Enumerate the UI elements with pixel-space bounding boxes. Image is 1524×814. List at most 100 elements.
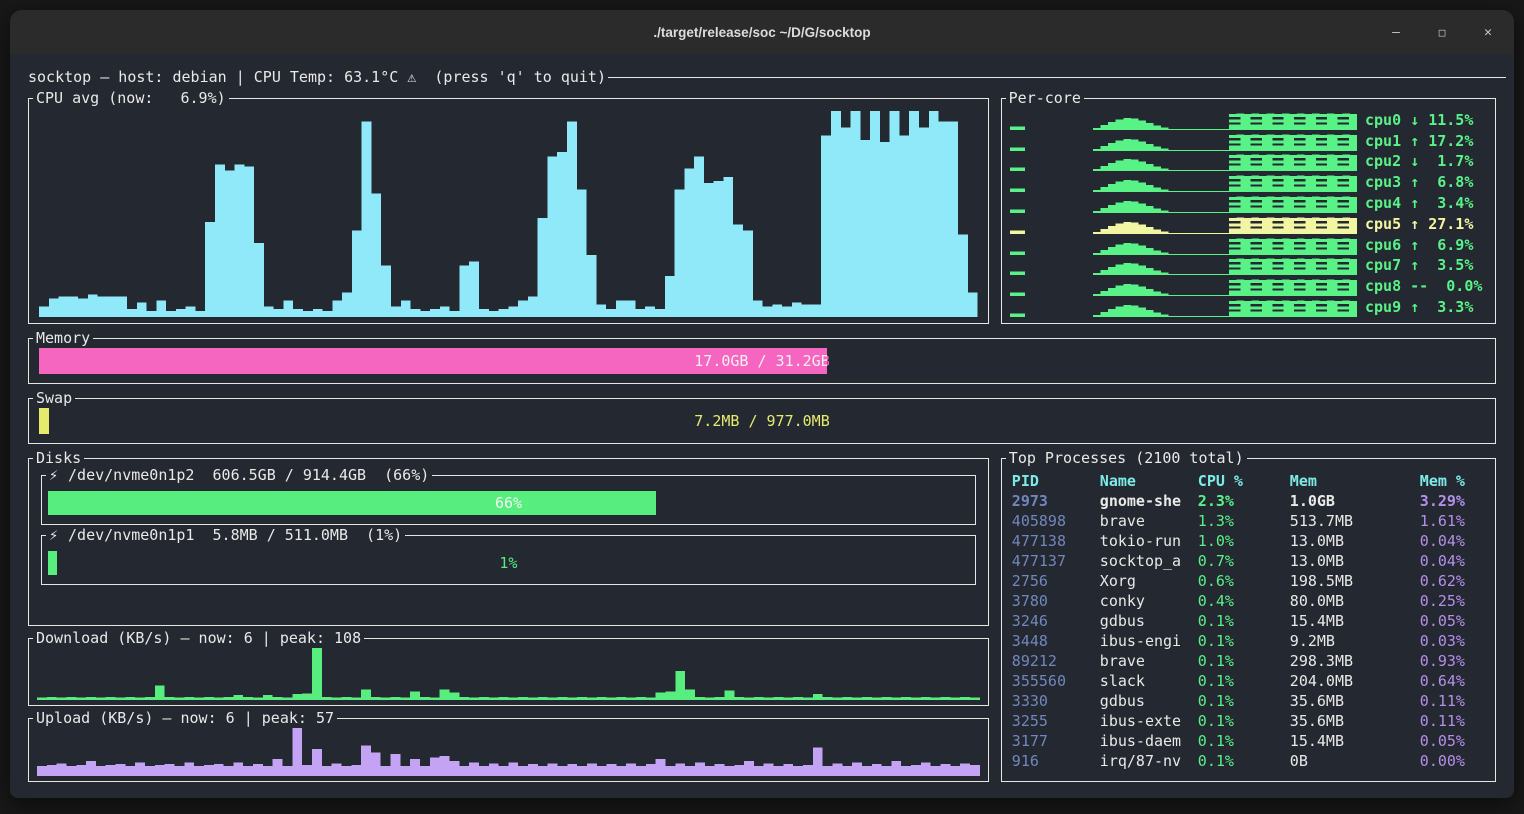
process-cell: ibus-engi: [1100, 631, 1198, 651]
per-core-rows: cpu0 ↓ 11.5%cpu1 ↑ 17.2%cpu2 ↓ 1.7%cpu3 …: [1010, 109, 1487, 317]
per-core-row: cpu9 ↑ 3.3%: [1010, 296, 1487, 317]
process-cell: 15.4MB: [1290, 611, 1420, 631]
per-core-row: cpu3 ↑ 6.8%: [1010, 171, 1487, 192]
process-cell: 0.1%: [1198, 731, 1290, 751]
per-core-sparkline: [1010, 113, 1357, 130]
process-cell: 0.1%: [1198, 611, 1290, 631]
process-cell: 0.04%: [1420, 531, 1493, 551]
disk-title: /dev/nvme0n1p2 606.5GB / 914.4GB (66%): [68, 465, 429, 485]
memory-label: Memory: [33, 328, 93, 348]
per-core-row: cpu0 ↓ 11.5%: [1010, 109, 1487, 130]
process-cell: ibus-exte: [1100, 711, 1198, 731]
download-chart: [37, 648, 980, 700]
process-cell: 3780: [1012, 591, 1100, 611]
process-cell: 1.61%: [1420, 511, 1493, 531]
maximize-icon[interactable]: □: [1434, 26, 1450, 39]
process-cell: 198.5MB: [1290, 571, 1420, 591]
bar-text-inside: 66%: [48, 491, 656, 515]
column-header-mem: Mem: [1290, 471, 1420, 491]
disk-usage-bar: 66%66%: [48, 491, 969, 515]
process-cell: 89212: [1012, 651, 1100, 671]
process-cell: 13.0MB: [1290, 551, 1420, 571]
bar-text-clip: 7.2MB / 977.0MB: [39, 408, 49, 434]
process-cell: ibus-daem: [1100, 731, 1198, 751]
column-header-memp: Mem %: [1420, 471, 1493, 491]
download-panel: Download (KB/s) — now: 6 | peak: 108: [28, 638, 989, 706]
close-icon[interactable]: ✕: [1480, 25, 1496, 40]
process-cell: 0.6%: [1198, 571, 1290, 591]
process-cell: Xorg: [1100, 571, 1198, 591]
disk-item-label: ⚡/dev/nvme0n1p1 5.8MB / 511.0MB (1%): [46, 525, 405, 545]
process-cell: conky: [1100, 591, 1198, 611]
process-cell: socktop_a: [1100, 551, 1198, 571]
column-header-name: Name: [1100, 471, 1198, 491]
process-cell: 477138: [1012, 531, 1100, 551]
app-header-text: socktop — host: debian | CPU Temp: 63.1°…: [28, 68, 606, 86]
per-core-value-label: cpu8 -- 0.0%: [1365, 276, 1487, 296]
upload-panel: Upload (KB/s) — now: 6 | peak: 57: [28, 718, 989, 782]
process-cell: 13.0MB: [1290, 531, 1420, 551]
process-cell: 3177: [1012, 731, 1100, 751]
process-cell: 477137: [1012, 551, 1100, 571]
upload-label: Upload (KB/s) — now: 6 | peak: 57: [33, 708, 337, 728]
top-processes-panel: Top Processes (2100 total) PIDNameCPU %M…: [1001, 458, 1496, 782]
process-cell: 0.1%: [1198, 751, 1290, 771]
per-core-sparkline: [1010, 300, 1357, 317]
top-processes-label: Top Processes (2100 total): [1006, 448, 1247, 468]
per-core-sparkline: [1010, 258, 1357, 275]
app-header: socktop — host: debian | CPU Temp: 63.1°…: [28, 66, 1506, 88]
process-cell: 298.3MB: [1290, 651, 1420, 671]
process-cell: irq/87-nv: [1100, 751, 1198, 771]
per-core-sparkline: [1010, 238, 1357, 255]
per-core-row: cpu4 ↑ 3.4%: [1010, 192, 1487, 213]
per-core-sparkline: [1010, 217, 1357, 234]
per-core-value-label: cpu9 ↑ 3.3%: [1365, 297, 1487, 317]
minimize-icon[interactable]: –: [1388, 25, 1404, 40]
process-cell: 0.93%: [1420, 651, 1493, 671]
per-core-row: cpu1 ↑ 17.2%: [1010, 130, 1487, 151]
process-cell: 0.64%: [1420, 671, 1493, 691]
bar-text-clip: 1%: [48, 551, 57, 575]
memory-bar: 17.0GB / 31.2GB17.0GB / 31.2GB: [39, 348, 1485, 374]
process-cell: 0.11%: [1420, 691, 1493, 711]
per-core-value-label: cpu2 ↓ 1.7%: [1365, 151, 1487, 171]
per-core-sparkline: [1010, 175, 1357, 192]
per-core-label: Per-core: [1006, 88, 1084, 108]
swap-label: Swap: [33, 388, 75, 408]
process-cell: 0.1%: [1198, 671, 1290, 691]
bar-text-clip: 66%: [48, 491, 656, 515]
per-core-value-label: cpu5 ↑ 27.1%: [1365, 214, 1487, 234]
process-cell: 0.05%: [1420, 731, 1493, 751]
bar-text: 7.2MB / 977.0MB: [39, 408, 1485, 434]
process-table: PIDNameCPU %MemMem %2973gnome-she2.3%1.0…: [1012, 471, 1493, 771]
process-cell: 1.0%: [1198, 531, 1290, 551]
process-cell: gdbus: [1100, 691, 1198, 711]
per-core-value-label: cpu7 ↑ 3.5%: [1365, 255, 1487, 275]
process-cell: 0.04%: [1420, 551, 1493, 571]
process-cell: gdbus: [1100, 611, 1198, 631]
process-cell: 1.3%: [1198, 511, 1290, 531]
titlebar[interactable]: ./target/release/soc ~/D/G/socktop – □ ✕: [10, 10, 1514, 54]
per-core-sparkline: [1010, 196, 1357, 213]
process-cell: 3330: [1012, 691, 1100, 711]
process-cell: 0.11%: [1420, 711, 1493, 731]
process-cell: 0B: [1290, 751, 1420, 771]
memory-panel: Memory 17.0GB / 31.2GB17.0GB / 31.2GB: [28, 338, 1496, 384]
process-cell: 0.1%: [1198, 631, 1290, 651]
disk-item-label: ⚡/dev/nvme0n1p2 606.5GB / 914.4GB (66%): [46, 465, 432, 485]
process-cell: 35.6MB: [1290, 691, 1420, 711]
window-controls: – □ ✕: [1388, 25, 1496, 40]
process-cell: gnome-she: [1100, 491, 1198, 511]
per-core-row: cpu8 -- 0.0%: [1010, 275, 1487, 296]
process-cell: 3.29%: [1420, 491, 1493, 511]
bar-text: 1%: [48, 551, 969, 575]
header-rule: [608, 77, 1506, 78]
process-cell: 3255: [1012, 711, 1100, 731]
process-cell: 0.62%: [1420, 571, 1493, 591]
disk-usage-bar: 1%1%: [48, 551, 969, 575]
cpu-avg-label: CPU avg (now: 6.9%): [33, 88, 229, 108]
lightning-icon: ⚡: [49, 525, 58, 545]
process-cell: 35.6MB: [1290, 711, 1420, 731]
per-core-row: cpu7 ↑ 3.5%: [1010, 255, 1487, 276]
process-cell: 405898: [1012, 511, 1100, 531]
